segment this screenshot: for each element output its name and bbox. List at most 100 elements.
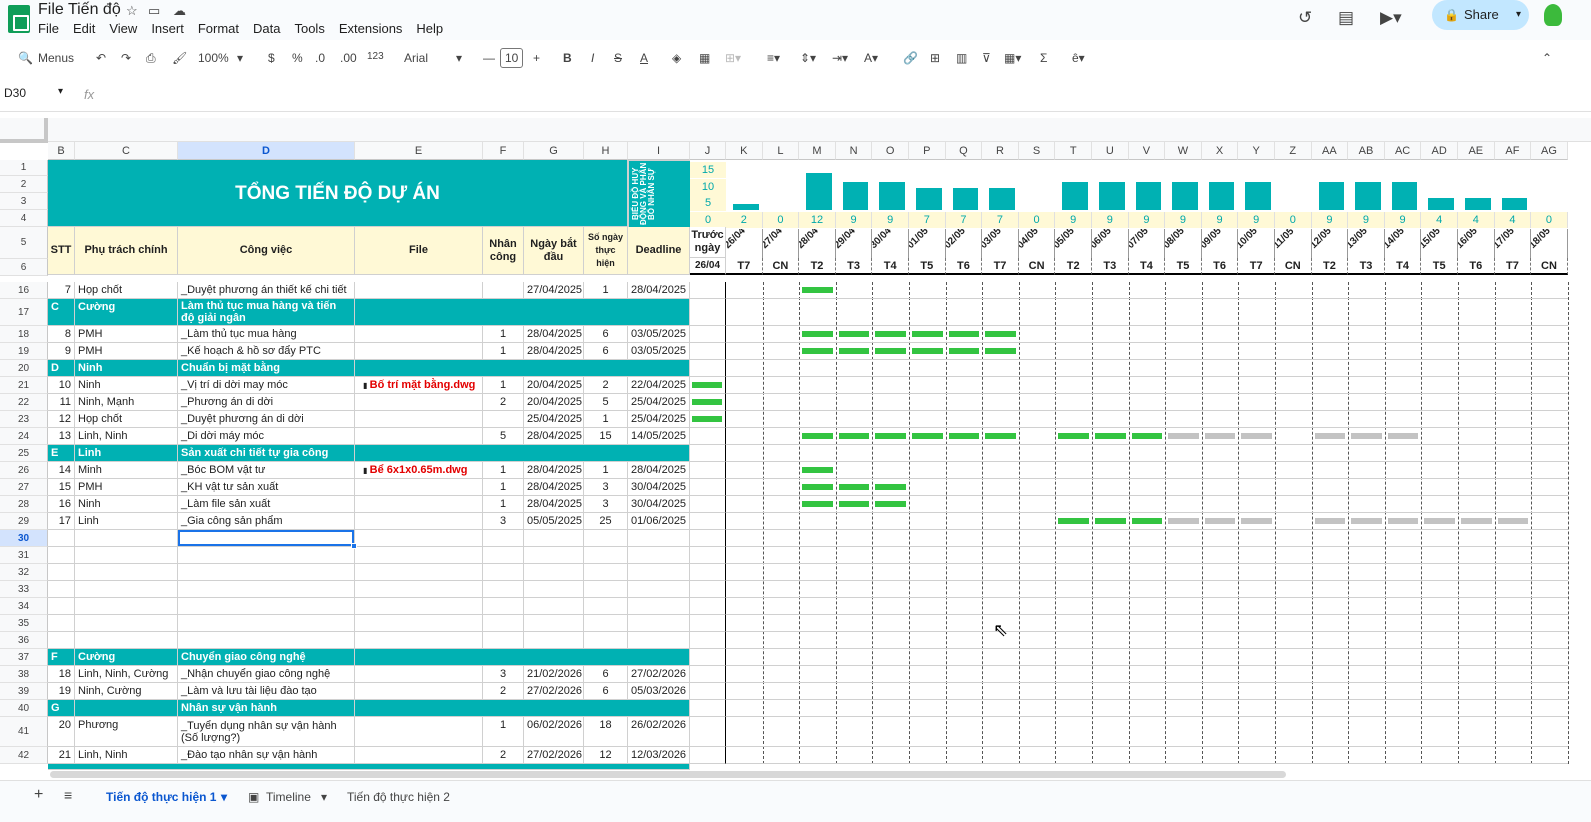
workers-cell[interactable]: 1 (483, 479, 524, 496)
row-header-21[interactable]: 21 (0, 377, 48, 394)
deadline-cell[interactable]: 26/02/2026 (628, 717, 690, 747)
empty-cell[interactable] (483, 615, 524, 632)
task-cell[interactable]: _Duyệt phương án di dời (178, 411, 355, 428)
start-date-cell[interactable]: 28/04/2025 (524, 343, 584, 360)
start-date-cell[interactable]: 28/04/2025 (524, 326, 584, 343)
add-sheet-icon[interactable]: + (34, 786, 43, 804)
deadline-cell[interactable]: 03/05/2025 (628, 326, 690, 343)
row-header-30[interactable]: 30 (0, 530, 48, 547)
row-header-37[interactable]: 37 (0, 649, 48, 666)
start-date-cell[interactable]: 20/04/2025 (524, 394, 584, 411)
percent-button[interactable]: % (292, 51, 303, 65)
empty-cell[interactable] (584, 581, 628, 598)
task-cell[interactable]: _Kế hoạch & hồ sơ đẩy PTC (178, 343, 355, 360)
file-cell[interactable] (355, 411, 483, 428)
workers-cell[interactable]: 2 (483, 747, 524, 764)
row-header-2[interactable]: 2 (0, 176, 48, 193)
empty-cell[interactable] (178, 547, 355, 564)
owner-cell[interactable]: PMH (75, 343, 178, 360)
deadline-cell[interactable]: 25/04/2025 (628, 394, 690, 411)
row-header-26[interactable]: 26 (0, 462, 48, 479)
increase-decimal-button[interactable]: .00 (340, 51, 357, 65)
row-header-22[interactable]: 22 (0, 394, 48, 411)
menu-extensions[interactable]: Extensions (339, 21, 403, 36)
workers-cell[interactable]: 1 (483, 377, 524, 394)
task-cell[interactable]: _KH vật tư sản xuất (178, 479, 355, 496)
functions-icon[interactable]: Σ (1040, 51, 1047, 65)
empty-cell[interactable] (584, 632, 628, 649)
column-header-Y[interactable]: Y (1238, 142, 1275, 160)
days-cell[interactable]: 1 (584, 462, 628, 479)
search-menus-icon[interactable]: 🔍 (18, 51, 33, 65)
redo-icon[interactable]: ↷ (121, 51, 131, 65)
column-header-W[interactable]: W (1165, 142, 1202, 160)
fill-color-icon[interactable]: ◈ (672, 51, 681, 65)
row-header-27[interactable]: 27 (0, 479, 48, 496)
empty-cell[interactable] (483, 598, 524, 615)
empty-cell[interactable] (48, 598, 75, 615)
text-wrap-icon[interactable]: ⇥▾ (832, 51, 848, 65)
empty-cell[interactable] (524, 632, 584, 649)
workers-cell[interactable]: 2 (483, 683, 524, 700)
tab-tien-do-1[interactable]: Tiến độ thực hiện 1 (106, 790, 216, 804)
workers-cell[interactable]: 1 (483, 343, 524, 360)
column-header-AE[interactable]: AE (1458, 142, 1495, 160)
italic-icon[interactable]: I (591, 51, 594, 65)
empty-cell[interactable] (355, 547, 483, 564)
chevron-down-icon[interactable]: ▾ (456, 51, 462, 65)
column-header-C[interactable]: C (75, 142, 178, 160)
start-date-cell[interactable]: 28/04/2025 (524, 496, 584, 513)
workers-cell[interactable]: 1 (483, 496, 524, 513)
file-cell[interactable] (355, 326, 483, 343)
sheets-logo-icon[interactable] (8, 5, 30, 33)
text-color-icon[interactable]: A (640, 51, 648, 65)
decrease-decimal-button[interactable]: .0 (315, 51, 325, 65)
start-date-cell[interactable]: 05/05/2025 (524, 513, 584, 530)
empty-cell[interactable] (355, 581, 483, 598)
workers-cell[interactable]: 3 (483, 666, 524, 683)
row-header-42[interactable]: 42 (0, 747, 48, 764)
menu-help[interactable]: Help (416, 21, 443, 36)
days-cell[interactable]: 3 (584, 496, 628, 513)
menu-format[interactable]: Format (198, 21, 239, 36)
empty-cell[interactable] (524, 530, 584, 547)
menu-edit[interactable]: Edit (73, 21, 95, 36)
bold-icon[interactable]: B (563, 51, 572, 65)
task-cell[interactable]: _Nhận chuyển giao công nghệ (178, 666, 355, 683)
column-header-G[interactable]: G (524, 142, 584, 160)
workers-cell[interactable]: 1 (483, 326, 524, 343)
start-date-cell[interactable]: 25/04/2025 (524, 411, 584, 428)
column-header-D[interactable]: D (178, 142, 355, 160)
empty-cell[interactable] (48, 581, 75, 598)
task-cell[interactable]: _Tuyển dụng nhân sự vận hành (Số lượng?) (178, 717, 355, 747)
empty-cell[interactable] (75, 564, 178, 581)
timeline-icon[interactable]: ▣ (248, 790, 259, 804)
insert-chart-icon[interactable]: ▥ (956, 51, 967, 65)
days-cell[interactable]: 1 (584, 282, 628, 299)
menu-data[interactable]: Data (253, 21, 280, 36)
task-cell[interactable]: _Duyệt phương án thiết kế chi tiết (178, 282, 355, 299)
workers-cell[interactable]: 1 (483, 462, 524, 479)
file-cell[interactable] (355, 513, 483, 530)
insert-link-icon[interactable]: 🔗 (903, 51, 918, 65)
chevron-down-icon[interactable]: ▾ (58, 86, 63, 97)
empty-cell[interactable] (75, 547, 178, 564)
number-format-button[interactable]: 123 (367, 51, 384, 62)
all-sheets-icon[interactable]: ≡ (64, 787, 72, 803)
column-header-M[interactable]: M (799, 142, 836, 160)
empty-cell[interactable] (483, 632, 524, 649)
column-header-N[interactable]: N (835, 142, 873, 160)
row-header-40[interactable]: 40 (0, 700, 48, 717)
empty-cell[interactable] (524, 581, 584, 598)
empty-cell[interactable] (628, 564, 690, 581)
empty-cell[interactable] (584, 615, 628, 632)
column-header-Q[interactable]: Q (945, 142, 983, 160)
owner-cell[interactable]: Linh, Ninh (75, 428, 178, 445)
days-cell[interactable]: 1 (584, 411, 628, 428)
owner-cell[interactable]: Minh (75, 462, 178, 479)
days-cell[interactable]: 6 (584, 343, 628, 360)
owner-cell[interactable]: Linh, Ninh, Cường (75, 666, 178, 683)
row-header-18[interactable]: 18 (0, 326, 48, 343)
column-header-AG[interactable]: AG (1531, 142, 1568, 160)
file-cell[interactable] (355, 747, 483, 764)
